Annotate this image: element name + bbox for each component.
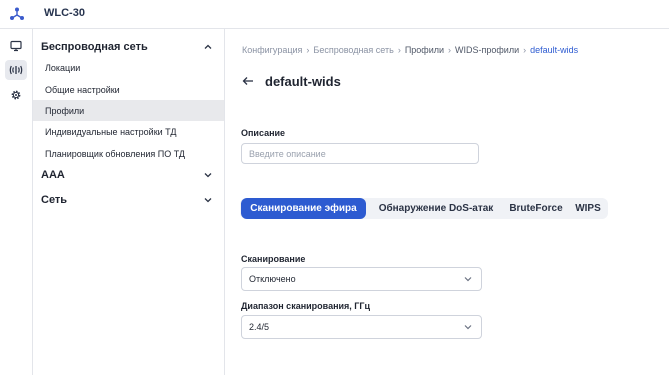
sidebar-item-label: Общие настройки	[45, 84, 120, 95]
scan-range-label: Диапазон сканирования, ГГц	[241, 301, 371, 311]
sidebar-item-label: Индивидуальные настройки ТД	[45, 126, 177, 137]
tab-bar: Сканирование эфира Обнаружение DoS-атак …	[240, 198, 608, 219]
gear-icon	[11, 90, 21, 100]
breadcrumb-current: default-wids	[530, 45, 579, 55]
top-bar: WLC-30	[0, 0, 669, 29]
settings-button[interactable]	[5, 85, 27, 105]
chevron-up-icon	[204, 44, 212, 49]
tab-bruteforce[interactable]: BruteForce	[505, 198, 567, 219]
sidebar-item-general-settings[interactable]: Общие настройки	[33, 79, 224, 100]
breadcrumb-separator: ›	[523, 45, 527, 55]
sidebar-item-locations[interactable]: Локации	[33, 57, 224, 78]
breadcrumb-separator: ›	[397, 45, 401, 55]
monitor-icon	[10, 40, 22, 52]
breadcrumb-item[interactable]: WIDS-профили	[455, 45, 519, 55]
breadcrumb: Конфигурация › Беспроводная сеть › Профили › W…	[242, 45, 578, 55]
back-arrow-icon[interactable]	[242, 76, 254, 86]
scan-label: Сканирование	[241, 254, 306, 264]
breadcrumb-item[interactable]: Конфигурация	[242, 45, 302, 55]
chevron-down-icon	[204, 198, 212, 203]
app-title: WLC-30	[44, 7, 85, 19]
main-content: Конфигурация › Беспроводная сеть › Профили › W…	[225, 29, 669, 375]
sidebar-item-label: Локации	[45, 62, 81, 73]
sidebar: Беспроводная сеть Локации Общие настройк…	[33, 29, 225, 375]
breadcrumb-item[interactable]: Беспроводная сеть	[313, 45, 393, 55]
chevron-down-icon	[464, 325, 472, 330]
sidebar-item-individual-ap-settings[interactable]: Индивидуальные настройки ТД	[33, 121, 224, 142]
breadcrumb-separator: ›	[448, 45, 452, 55]
sidebar-item-label: Профили	[45, 105, 85, 116]
page-title: default-wids	[265, 74, 341, 89]
scan-range-select-value: 2.4/5	[249, 322, 270, 332]
breadcrumb-item[interactable]: Профили	[405, 45, 444, 55]
breadcrumb-separator: ›	[306, 45, 310, 55]
description-label: Описание	[241, 128, 286, 138]
logo-icon[interactable]	[9, 6, 25, 22]
sidebar-group-label: Сеть	[41, 194, 68, 206]
sidebar-item-label: Планировщик обновления ПО ТД	[45, 148, 185, 159]
sidebar-group-aaa[interactable]: AAA	[41, 166, 213, 184]
scan-select[interactable]: Отключено	[241, 267, 482, 291]
tab-air-scanning[interactable]: Сканирование эфира	[241, 198, 366, 219]
monitoring-button[interactable]	[5, 36, 27, 56]
icon-rail	[0, 29, 33, 375]
tab-dos-detection[interactable]: Обнаружение DoS-атак	[371, 198, 501, 219]
chevron-down-icon	[464, 277, 472, 282]
scan-range-select[interactable]: 2.4/5	[241, 315, 482, 339]
sidebar-item-firmware-scheduler[interactable]: Планировщик обновления ПО ТД	[33, 143, 224, 164]
chevron-down-icon	[204, 173, 212, 178]
sidebar-group-wireless[interactable]: Беспроводная сеть	[41, 38, 213, 56]
sidebar-group-label: AAA	[41, 169, 65, 181]
sidebar-group-label: Беспроводная сеть	[41, 41, 148, 53]
tab-wips[interactable]: WIPS	[571, 198, 605, 219]
description-input[interactable]	[241, 143, 479, 164]
sidebar-group-network[interactable]: Сеть	[41, 191, 213, 209]
sidebar-item-profiles[interactable]: Профили	[33, 100, 224, 121]
wireless-button[interactable]	[5, 60, 27, 80]
wireless-icon	[9, 65, 23, 75]
scan-select-value: Отключено	[249, 274, 296, 284]
